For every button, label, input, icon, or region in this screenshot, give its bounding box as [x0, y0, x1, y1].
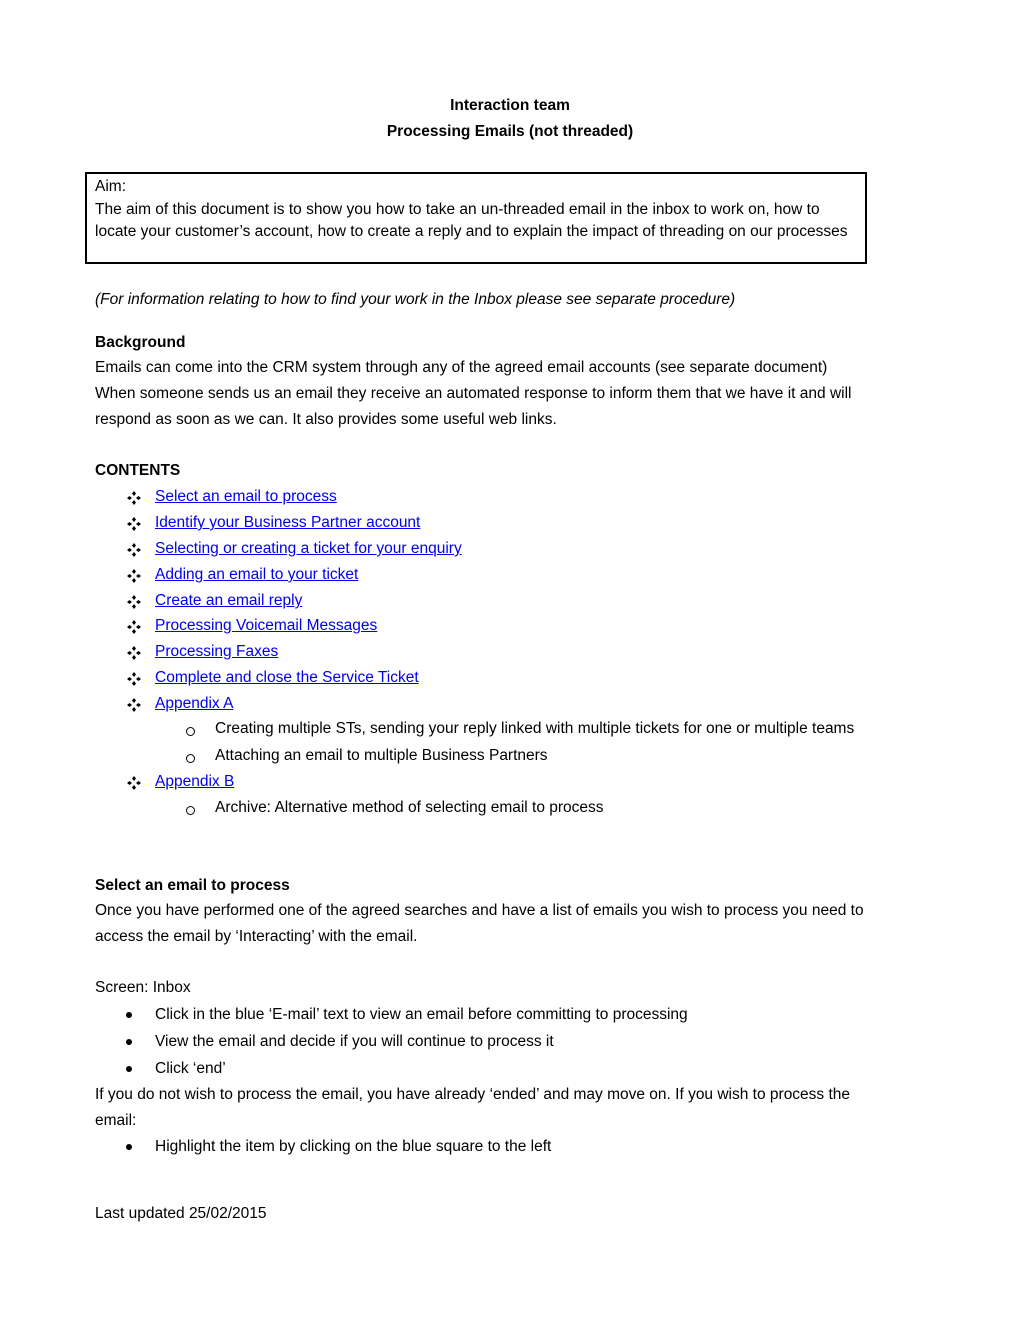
section-heading: Select an email to process	[95, 877, 290, 894]
screen-label: Screen: Inbox	[95, 979, 191, 996]
aim-label: Aim:	[95, 178, 126, 195]
toc-link[interactable]: Complete and close the Service Ticket	[155, 669, 419, 687]
background-heading: Background	[95, 334, 186, 351]
diamond-bullet-icon	[127, 569, 141, 583]
bullet-item: Click in the blue ‘E-mail’ text to view …	[155, 1006, 688, 1023]
toc-link[interactable]: Processing Faxes	[155, 643, 278, 661]
section-text-line: Once you have performed one of the agree…	[95, 902, 864, 919]
bullet-icon	[126, 1039, 132, 1045]
doc-title-team: Interaction team	[450, 97, 570, 114]
toc-link[interactable]: Adding an email to your ticket	[155, 566, 358, 584]
aim-box: Aim: The aim of this document is to show…	[85, 172, 867, 264]
background-text-line: respond as soon as we can. It also provi…	[95, 411, 557, 428]
toc-link[interactable]: Create an email reply	[155, 592, 302, 610]
diamond-bullet-icon	[127, 517, 141, 531]
diamond-bullet-icon	[127, 776, 141, 790]
diamond-bullet-icon	[127, 620, 141, 634]
toc-link[interactable]: Select an email to process	[155, 488, 337, 506]
bullet-icon	[126, 1144, 132, 1150]
section-text-line: If you do not wish to process the email,…	[95, 1086, 851, 1103]
doc-title: Processing Emails (not threaded)	[386, 123, 634, 140]
toc-subitem: Creating multiple STs, sending your repl…	[215, 720, 855, 737]
toc-link[interactable]: Identify your Business Partner account	[155, 514, 420, 532]
bullet-icon	[126, 1012, 132, 1018]
last-updated: Last updated 25/02/2015	[95, 1205, 267, 1222]
circle-bullet-icon	[186, 754, 195, 763]
section-text-line: access the email by ‘Interacting’ with t…	[95, 928, 418, 945]
aim-text: The aim of this document is to show you …	[95, 200, 848, 241]
inbox-procedure-note: (For information relating to how to find…	[95, 291, 736, 308]
diamond-bullet-icon	[127, 595, 141, 609]
toc-subitem: Attaching an email to multiple Business …	[215, 747, 548, 764]
section-text-line: email:	[95, 1112, 137, 1129]
contents-heading: CONTENTS	[95, 462, 181, 479]
background-text-line: Emails can come into the CRM system thro…	[95, 359, 828, 376]
diamond-bullet-icon	[127, 646, 141, 660]
circle-bullet-icon	[186, 806, 195, 815]
bullet-item: View the email and decide if you will co…	[155, 1033, 554, 1050]
diamond-bullet-icon	[127, 491, 141, 505]
toc-link[interactable]: Processing Voicemail Messages	[155, 617, 377, 635]
bullet-item: Click ‘end’	[155, 1060, 226, 1077]
toc-link[interactable]: Selecting or creating a ticket for your …	[155, 540, 462, 558]
toc-link[interactable]: Appendix A	[155, 695, 233, 713]
diamond-bullet-icon	[127, 543, 141, 557]
toc-link[interactable]: Appendix B	[155, 773, 234, 791]
toc-subitem: Archive: Alternative method of selecting…	[215, 799, 604, 816]
bullet-item: Highlight the item by clicking on the bl…	[155, 1138, 552, 1155]
diamond-bullet-icon	[127, 698, 141, 712]
diamond-bullet-icon	[127, 672, 141, 686]
background-text-line: When someone sends us an email they rece…	[95, 385, 852, 402]
bullet-icon	[126, 1066, 132, 1072]
circle-bullet-icon	[186, 727, 195, 736]
